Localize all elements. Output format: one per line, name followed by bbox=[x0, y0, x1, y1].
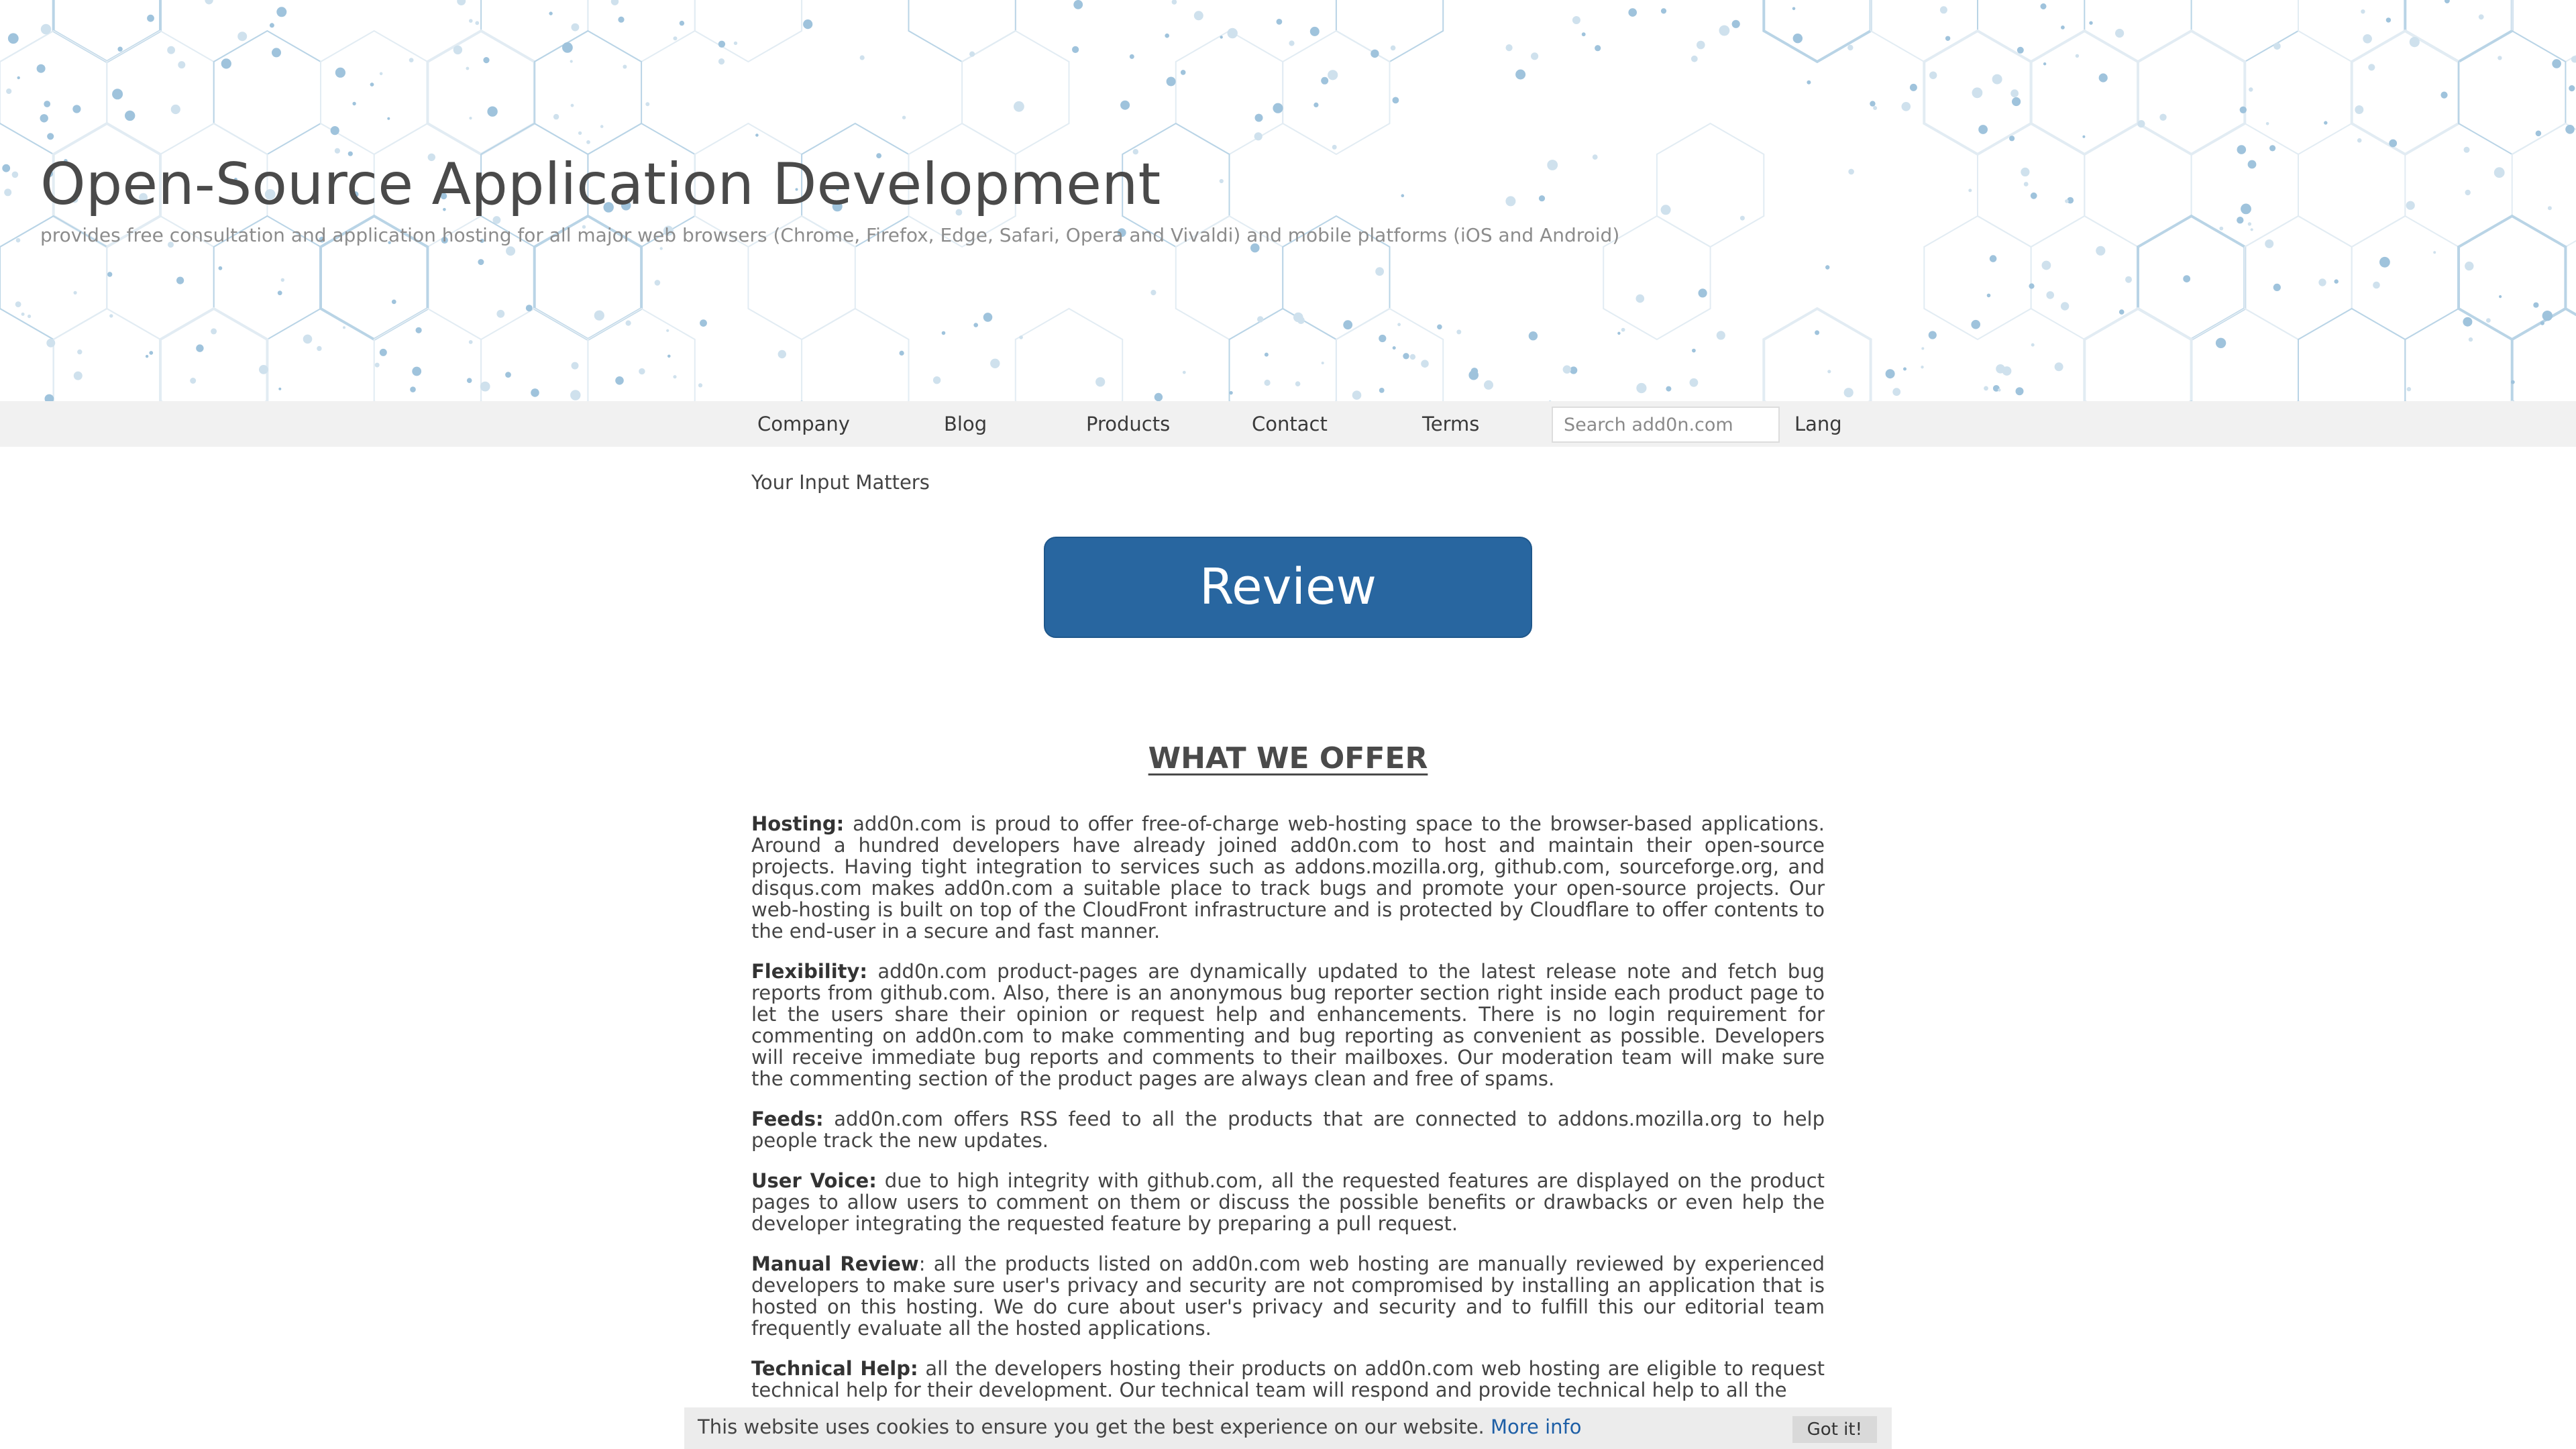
offer-paragraph-flexibility: Flexibility: add0n.com product-pages are… bbox=[751, 961, 1825, 1089]
search-input[interactable] bbox=[1552, 407, 1780, 443]
nav-item-company[interactable]: Company bbox=[757, 401, 850, 447]
offer-title: Feeds: bbox=[751, 1108, 824, 1130]
offer-content: Hosting: add0n.com is proud to offer fre… bbox=[751, 813, 1825, 1419]
offer-paragraph-technical-help: Technical Help: all the developers hosti… bbox=[751, 1358, 1825, 1401]
site-title: Open-Source Application Development bbox=[40, 151, 1161, 218]
offer-text: add0n.com is proud to offer free-of-char… bbox=[751, 812, 1825, 943]
site-tagline: provides free consultation and applicati… bbox=[40, 224, 1620, 246]
input-matters-label: Your Input Matters bbox=[751, 471, 930, 494]
cookie-more-info-link[interactable]: More info bbox=[1491, 1415, 1582, 1438]
nav-item-products[interactable]: Products bbox=[1086, 401, 1170, 447]
nav-item-blog[interactable]: Blog bbox=[944, 401, 987, 447]
what-we-offer-heading-text: WHAT WE OFFER bbox=[1148, 741, 1428, 775]
offer-title: User Voice: bbox=[751, 1169, 877, 1192]
offer-text: due to high integrity with github.com, a… bbox=[751, 1169, 1825, 1235]
review-button[interactable]: Review bbox=[1044, 537, 1532, 638]
offer-title: Flexibility: bbox=[751, 960, 868, 983]
what-we-offer-heading: WHAT WE OFFER bbox=[751, 741, 1825, 775]
cookie-text: This website uses cookies to ensure you … bbox=[698, 1415, 1485, 1438]
offer-paragraph-feeds: Feeds: add0n.com offers RSS feed to all … bbox=[751, 1108, 1825, 1151]
cookie-accept-button[interactable]: Got it! bbox=[1792, 1416, 1877, 1443]
nav-item-lang[interactable]: Lang bbox=[1794, 401, 1842, 447]
offer-paragraph-user-voice: User Voice: due to high integrity with g… bbox=[751, 1170, 1825, 1234]
nav-item-terms[interactable]: Terms bbox=[1422, 401, 1479, 447]
offer-title: Technical Help: bbox=[751, 1357, 918, 1380]
cookie-consent-bar: This website uses cookies to ensure you … bbox=[684, 1407, 1892, 1449]
offer-title: Manual Review bbox=[751, 1252, 919, 1275]
offer-text: add0n.com offers RSS feed to all the pro… bbox=[751, 1108, 1825, 1152]
site-header: Open-Source Application Development prov… bbox=[0, 0, 2576, 401]
offer-paragraph-manual-review: Manual Review: all the products listed o… bbox=[751, 1253, 1825, 1339]
nav-item-contact[interactable]: Contact bbox=[1252, 401, 1328, 447]
offer-paragraph-hosting: Hosting: add0n.com is proud to offer fre… bbox=[751, 813, 1825, 942]
offer-text: add0n.com product-pages are dynamically … bbox=[751, 960, 1825, 1090]
cookie-message: This website uses cookies to ensure you … bbox=[698, 1415, 1581, 1438]
main-navigation: Company Blog Products Contact Terms Lang bbox=[0, 401, 2576, 447]
offer-title: Hosting: bbox=[751, 812, 845, 835]
